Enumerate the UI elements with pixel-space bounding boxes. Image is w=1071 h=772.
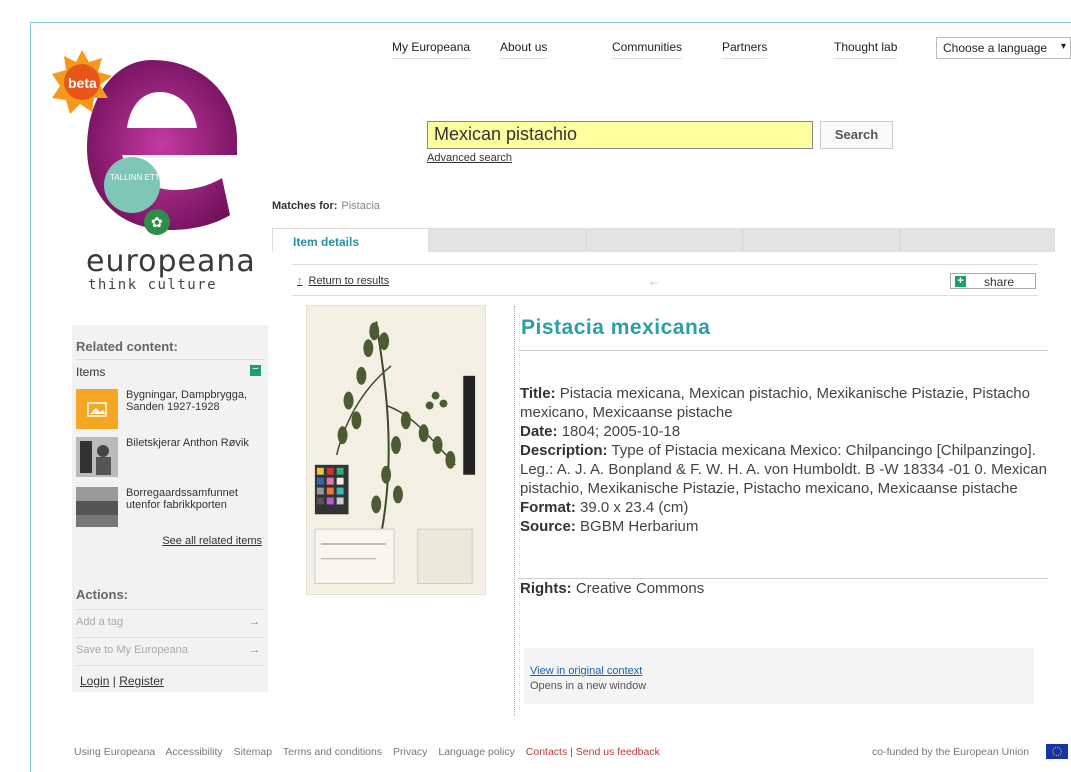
beta-badge: beta <box>68 75 97 91</box>
result-navigation-bar: ↑ Return to results ← + share <box>292 264 1038 296</box>
related-item[interactable]: Biletskjerar Anthon Røvik <box>76 437 264 479</box>
language-select[interactable]: Choose a language ▾ <box>936 37 1071 59</box>
rights-label: Rights: <box>520 580 572 597</box>
view-original-link[interactable]: View in original context <box>530 665 642 677</box>
tab-4[interactable] <box>743 228 900 252</box>
arrow-right-icon: → <box>249 616 260 628</box>
footer-link[interactable]: Terms and conditions <box>283 746 382 758</box>
divider <box>518 350 1048 351</box>
related-item-label: Biletskjerar Anthon Røvik <box>126 437 249 449</box>
share-label: share <box>984 275 1015 289</box>
related-item-label: Borregaardssamfunnet utenfor fabrikkport… <box>126 487 238 511</box>
specimen-image[interactable] <box>306 305 486 595</box>
item-metadata: Title: Pistacia mexicana, Mexican pistac… <box>520 384 1050 536</box>
sidebar: Related content: Items − Bygningar, Damp… <box>72 325 268 692</box>
contacts-feedback-link[interactable]: Contacts | Send us feedback <box>526 746 660 758</box>
divider <box>76 665 264 666</box>
brand-name: europeana <box>86 244 256 279</box>
related-item[interactable]: Borregaardssamfunnet utenfor fabrikkport… <box>76 487 264 529</box>
plus-icon: + <box>955 276 966 287</box>
separator: | <box>112 674 116 688</box>
arrow-up-icon: ↑ <box>297 275 303 287</box>
title-value: Pistacia mexicana, Mexican pistachio, Me… <box>520 385 1030 421</box>
chevron-down-icon: ▾ <box>1060 41 1066 52</box>
related-item-label: Bygningar, Dampbrygga, Sanden 1927-1928 <box>126 389 248 413</box>
source-label: Source: <box>520 518 576 535</box>
logo-stamp-text: TALLINN ETTUSTA VAROCK <box>110 173 216 182</box>
svg-text:✿: ✿ <box>151 215 163 231</box>
matches-label: Matches for: <box>272 200 338 212</box>
divider <box>518 578 1048 579</box>
related-item-thumbnail <box>76 487 118 527</box>
opens-new-window-note: Opens in a new window <box>530 680 647 692</box>
divider <box>76 359 264 360</box>
arrow-right-icon: → <box>249 644 260 656</box>
actions-heading: Actions: <box>76 587 128 602</box>
advanced-search-link[interactable]: Advanced search <box>427 152 512 164</box>
return-to-results-link[interactable]: ↑ Return to results <box>297 275 389 287</box>
footer-link[interactable]: Sitemap <box>234 746 273 758</box>
original-context-box: View in original context Opens in a new … <box>524 648 1034 704</box>
tab-3[interactable] <box>586 228 743 252</box>
related-item-thumbnail <box>76 437 118 477</box>
rights-value: Creative Commons <box>575 580 705 597</box>
nav-partners[interactable]: Partners <box>722 40 768 59</box>
cofunded-note: co-funded by the European Union <box>872 746 1030 758</box>
footer-link[interactable]: Privacy <box>393 746 427 758</box>
login-link[interactable]: Login <box>80 674 109 688</box>
login-register: Login | Register <box>80 674 164 688</box>
tab-item-details[interactable]: Item details <box>272 228 429 252</box>
source-value: BGBM Herbarium <box>580 518 699 535</box>
save-to-my-europeana-action[interactable]: Save to My Europeana → <box>76 637 264 659</box>
collapse-icon[interactable]: − <box>250 364 261 376</box>
language-select-value: Choose a language <box>943 41 1048 55</box>
eu-flag-icon <box>1046 744 1068 759</box>
register-link[interactable]: Register <box>119 674 164 688</box>
footer: Using Europeana Accessibility Sitemap Te… <box>74 746 668 758</box>
add-tag-action[interactable]: Add a tag → <box>76 609 264 631</box>
europeana-logo[interactable]: beta TALLINN ETTUSTA VAROCK ✿ <box>52 40 252 260</box>
footer-link[interactable]: Using Europeana <box>74 746 155 758</box>
tab-2[interactable] <box>429 228 586 252</box>
matches-term[interactable]: Pistacia <box>341 200 380 212</box>
title-label: Title: <box>520 385 556 402</box>
format-value: 39.0 x 23.4 (cm) <box>580 499 689 516</box>
image-placeholder-icon <box>76 389 118 429</box>
see-all-related-link[interactable]: See all related items <box>162 535 262 547</box>
return-to-results-label: Return to results <box>308 275 390 287</box>
save-label: Save to My Europeana <box>76 644 188 656</box>
nav-about-us[interactable]: About us <box>500 40 548 59</box>
search-input[interactable]: Mexican pistachio <box>427 121 813 149</box>
description-extra: Leg.: A. J. A. Bonpland & F. W. H. A. vo… <box>520 461 1047 497</box>
arrow-left-icon[interactable]: ← <box>648 274 660 288</box>
tab-bar: Item details <box>272 228 1055 252</box>
related-item[interactable]: Bygningar, Dampbrygga, Sanden 1927-1928 <box>76 389 264 431</box>
items-heading: Items <box>76 365 106 379</box>
add-tag-label: Add a tag <box>76 616 124 628</box>
date-value: 1804; 2005-10-18 <box>561 423 681 440</box>
tab-5[interactable] <box>900 228 1055 252</box>
related-content-heading: Related content: <box>76 339 178 354</box>
format-label: Format: <box>520 499 576 516</box>
item-title: Pistacia mexicana <box>521 316 711 339</box>
share-button[interactable]: + share <box>950 273 1036 289</box>
footer-link[interactable]: Language policy <box>438 746 514 758</box>
footer-link[interactable]: Accessibility <box>165 746 222 758</box>
search-button[interactable]: Search <box>820 121 893 149</box>
rights: Rights: Creative Commons <box>520 580 704 597</box>
description-value: Type of Pistacia mexicana Mexico: Chilpa… <box>611 442 1036 459</box>
description-label: Description: <box>520 442 608 459</box>
brand-tagline: think culture <box>88 277 218 293</box>
nav-my-europeana[interactable]: My Europeana <box>392 40 471 59</box>
nav-thought-lab[interactable]: Thought lab <box>834 40 898 59</box>
nav-communities[interactable]: Communities <box>612 40 683 59</box>
matches-for: Matches for: Pistacia <box>272 200 380 212</box>
date-label: Date: <box>520 423 558 440</box>
